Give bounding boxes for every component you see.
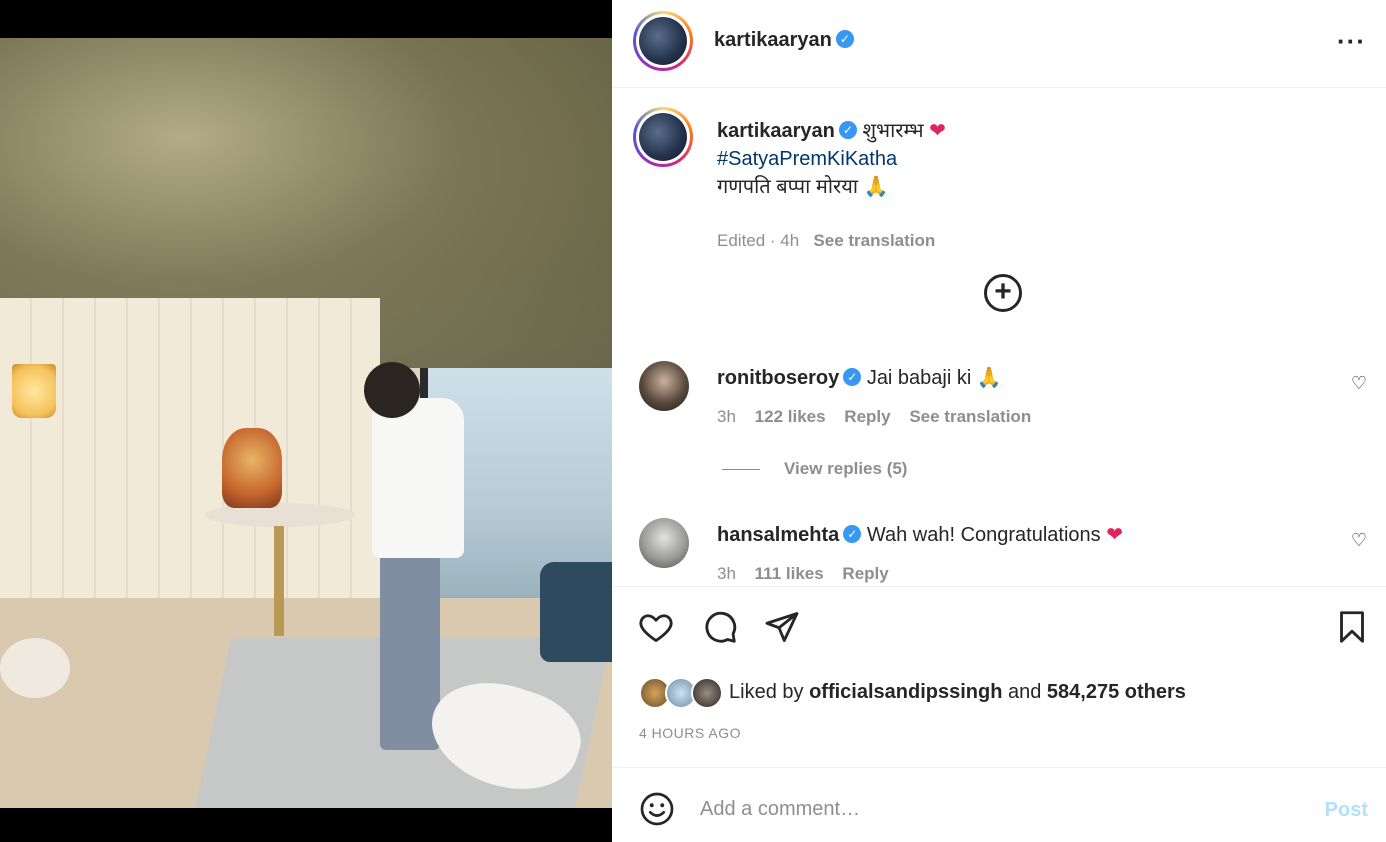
photo-person-body <box>372 398 464 558</box>
like-comment-heart-icon[interactable]: ♡ <box>1349 530 1369 550</box>
comments-list[interactable]: kartikaaryan ✓ शुभारम्भ ❤ #SatyaPremKiKat… <box>612 89 1386 585</box>
comment-text: ronitboseroy ✓ Jai babaji ki 🙏 <box>717 365 1002 390</box>
comment-avatar[interactable] <box>639 518 689 568</box>
comment-meta: 3h 111 likes Reply <box>717 564 903 584</box>
folded-hands-emoji-icon: 🙏 <box>976 367 1002 389</box>
folded-hands-emoji-icon: 🙏 <box>863 176 889 198</box>
photo-chair <box>540 562 612 662</box>
verified-badge-icon: ✓ <box>843 367 862 386</box>
caption-line-3: गणपति बप्पा मोरया <box>717 176 858 198</box>
verified-badge-icon: ✓ <box>843 524 862 543</box>
view-replies-line <box>722 469 760 471</box>
red-heart-emoji-icon: ❤ <box>929 120 946 142</box>
post-actions: Liked by officialsandipssingh and 584,27… <box>612 586 1386 768</box>
caption-see-translation[interactable]: See translation <box>813 231 935 250</box>
verified-badge-icon: ✓ <box>835 29 854 48</box>
share-paper-plane-icon[interactable] <box>764 609 800 645</box>
photo-stool <box>0 638 70 698</box>
red-heart-emoji-icon: ❤ <box>1106 524 1123 546</box>
comment-username[interactable]: hansalmehta <box>717 524 839 546</box>
save-bookmark-icon[interactable] <box>1334 609 1370 645</box>
comment-avatar[interactable] <box>639 361 689 411</box>
caption-username[interactable]: kartikaaryan <box>717 120 835 142</box>
caption-text: kartikaaryan ✓ शुभारम्भ ❤ #SatyaPremKiKat… <box>717 117 1357 201</box>
verified-badge-icon: ✓ <box>838 120 857 139</box>
caption-hashtag[interactable]: #SatyaPremKiKatha <box>717 148 897 170</box>
post-header: kartikaaryan ✓ ··· <box>612 0 1386 88</box>
caption-line-1: शुभारम्भ <box>862 120 924 142</box>
comment-reply-button[interactable]: Reply <box>842 564 888 583</box>
comment-reply-button[interactable]: Reply <box>844 407 890 426</box>
comment-likes[interactable]: 122 likes <box>755 407 826 426</box>
liker-avatars <box>639 677 723 709</box>
author-username-text[interactable]: kartikaaryan <box>714 29 832 51</box>
liked-by-user[interactable]: officialsandipssingh <box>809 681 1002 703</box>
post-media <box>0 0 612 842</box>
comment-body: Wah wah! Congratulations <box>866 524 1101 546</box>
comment-likes[interactable]: 111 likes <box>755 564 824 583</box>
comment-username[interactable]: ronitboseroy <box>717 367 839 389</box>
comment-time: 3h <box>717 564 736 583</box>
photo-table-leg <box>274 526 284 636</box>
photo-lamp <box>12 364 56 418</box>
like-comment-heart-icon[interactable]: ♡ <box>1349 373 1369 393</box>
liked-by-prefix: Liked by <box>729 681 804 703</box>
comment-text: hansalmehta ✓ Wah wah! Congratulations ❤ <box>717 522 1123 547</box>
author-avatar[interactable] <box>633 11 693 71</box>
post-timestamp[interactable]: 4 HOURS AGO <box>639 725 741 741</box>
like-heart-icon[interactable] <box>638 609 674 645</box>
photo-person-head <box>364 362 420 418</box>
caption-edited-time: Edited · 4h <box>717 231 800 250</box>
caption-meta: Edited · 4h See translation <box>717 231 935 251</box>
photo-table <box>205 503 355 527</box>
add-comment-bar: Post <box>612 769 1386 842</box>
instagram-post-view: kartikaaryan ✓ ··· kartikaaryan ✓ शुभारम्भ… <box>0 0 1386 842</box>
view-replies-button[interactable]: View replies (5) <box>722 459 907 479</box>
liked-by-and: and <box>1007 681 1042 703</box>
comment-body: Jai babaji ki <box>866 367 972 389</box>
load-more-comments-icon[interactable]: + <box>984 274 1022 312</box>
more-options-icon[interactable]: ··· <box>1337 28 1366 54</box>
liker-avatar[interactable] <box>691 677 723 709</box>
comment-see-translation[interactable]: See translation <box>909 407 1031 426</box>
add-comment-input[interactable] <box>700 789 1280 829</box>
comment-time: 3h <box>717 407 736 426</box>
comment-bubble-icon[interactable] <box>702 609 738 645</box>
photo-ganesha-idol <box>222 428 282 508</box>
likes-count[interactable]: 584,275 others <box>1047 681 1186 703</box>
view-replies-label[interactable]: View replies (5) <box>784 459 907 478</box>
post-comment-button[interactable]: Post <box>1325 799 1368 822</box>
comment-meta: 3h 122 likes Reply See translation <box>717 407 1045 427</box>
post-sidebar: kartikaaryan ✓ ··· kartikaaryan ✓ शुभारम्भ… <box>612 0 1386 842</box>
caption-author-avatar[interactable] <box>633 107 693 167</box>
author-username[interactable]: kartikaaryan ✓ <box>714 29 854 52</box>
post-photo[interactable] <box>0 38 612 808</box>
liked-by-text: Liked by officialsandipssingh and 584,27… <box>729 681 1186 704</box>
emoji-smiley-icon[interactable] <box>639 791 675 827</box>
